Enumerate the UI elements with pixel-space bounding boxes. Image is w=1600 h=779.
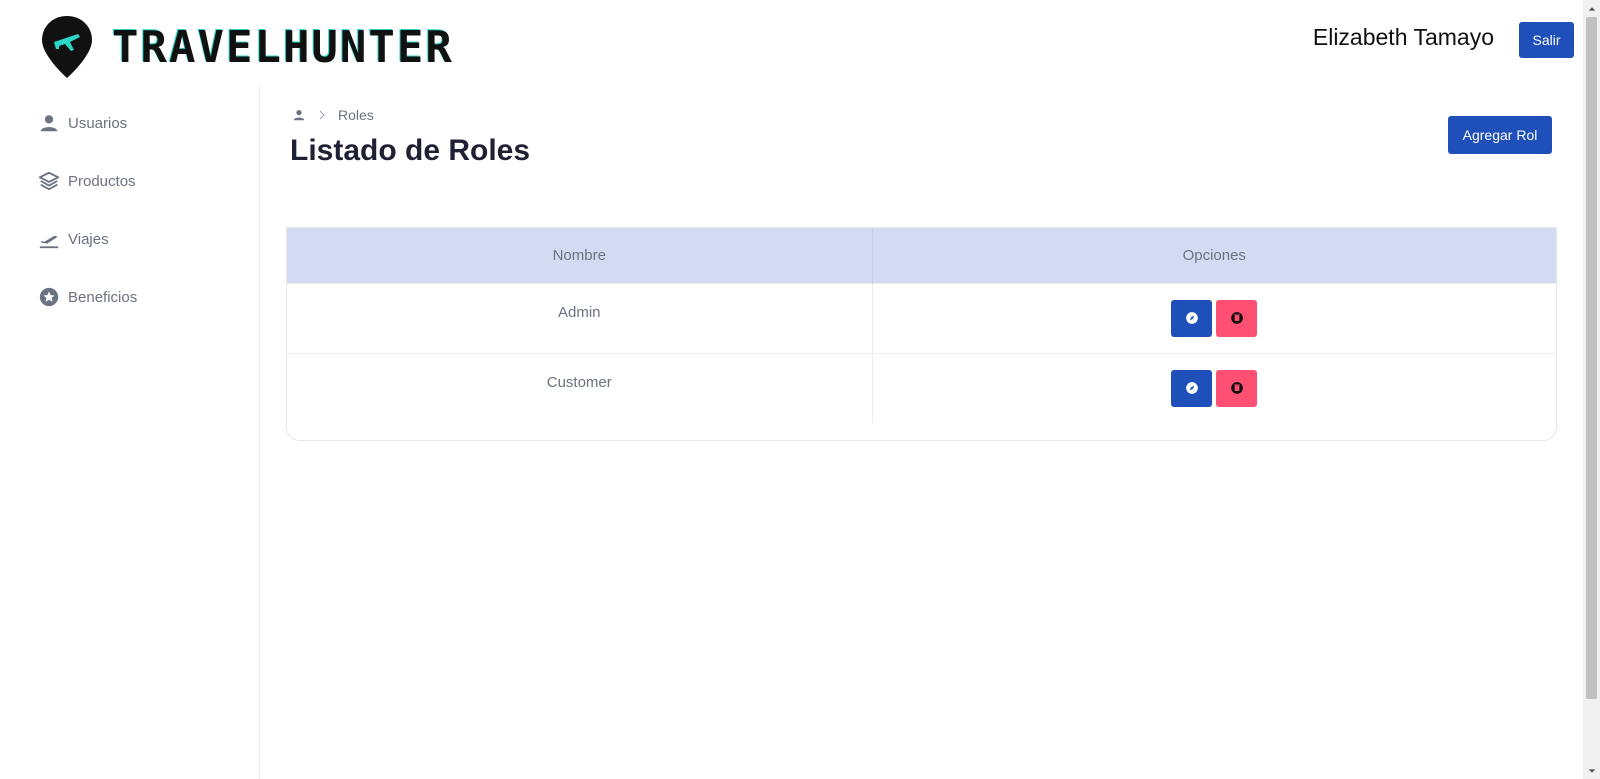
scroll-thumb[interactable]: [1586, 17, 1597, 699]
table-header-row: Nombre Opciones: [287, 228, 1556, 283]
map-pin-plane-icon: [42, 16, 92, 78]
sidebar-item-label: Usuarios: [68, 114, 128, 132]
compass-icon: [1185, 312, 1198, 324]
brand-name: TRAVELHUNTER: [112, 21, 454, 73]
sidebar-item-viajes[interactable]: Viajes: [38, 228, 109, 250]
sidebar-item-label: Productos: [68, 172, 136, 190]
delete-button[interactable]: [1216, 369, 1258, 407]
sidebar-item-usuarios[interactable]: Usuarios: [38, 112, 127, 134]
edit-button[interactable]: [1171, 369, 1213, 407]
page-title: Listado de Roles: [290, 134, 531, 167]
sidebar-item-label: Beneficios: [68, 288, 138, 306]
sidebar-item-productos[interactable]: Productos: [38, 170, 136, 192]
column-header-nombre: Nombre: [287, 228, 873, 283]
role-name: Customer: [287, 352, 873, 423]
sidebar-item-label: Viajes: [68, 230, 109, 248]
roles-table: Nombre Opciones Admin Customer: [286, 227, 1557, 441]
scroll-up-arrow-icon[interactable]: [1583, 0, 1600, 17]
table-row: Admin: [287, 282, 1556, 353]
column-header-opciones: Opciones: [872, 228, 1556, 283]
edit-button[interactable]: [1171, 299, 1213, 337]
breadcrumb-current: Roles: [338, 107, 374, 123]
add-role-button[interactable]: Agregar Rol: [1448, 116, 1552, 154]
sidebar: Usuarios Productos Viajes Beneficios: [0, 86, 260, 779]
compass-icon: [1185, 382, 1198, 394]
trash-icon: [1230, 312, 1243, 324]
delete-button[interactable]: [1216, 299, 1258, 337]
page: TRAVELHUNTER Elizabeth Tamayo Salir Usua…: [0, 0, 1600, 779]
scroll-down-arrow-icon[interactable]: [1583, 762, 1600, 779]
brand-logo[interactable]: TRAVELHUNTER: [40, 14, 460, 80]
row-actions: [872, 352, 1556, 423]
layers-icon: [38, 171, 60, 191]
breadcrumb: Roles: [292, 107, 374, 123]
table-row: Customer: [287, 352, 1556, 423]
user-icon[interactable]: [292, 108, 306, 122]
row-actions: [872, 282, 1556, 353]
sidebar-item-beneficios[interactable]: Beneficios: [38, 286, 137, 308]
chevron-right-icon: [319, 110, 325, 120]
plane-departure-icon: [39, 235, 59, 249]
trash-icon: [1230, 382, 1243, 394]
role-name: Admin: [287, 282, 873, 353]
user-icon: [40, 115, 58, 132]
user-name: Elizabeth Tamayo: [1312, 24, 1494, 50]
logout-button[interactable]: Salir: [1519, 22, 1574, 58]
vertical-scrollbar[interactable]: [1583, 0, 1600, 779]
star-circle-icon: [39, 287, 59, 307]
